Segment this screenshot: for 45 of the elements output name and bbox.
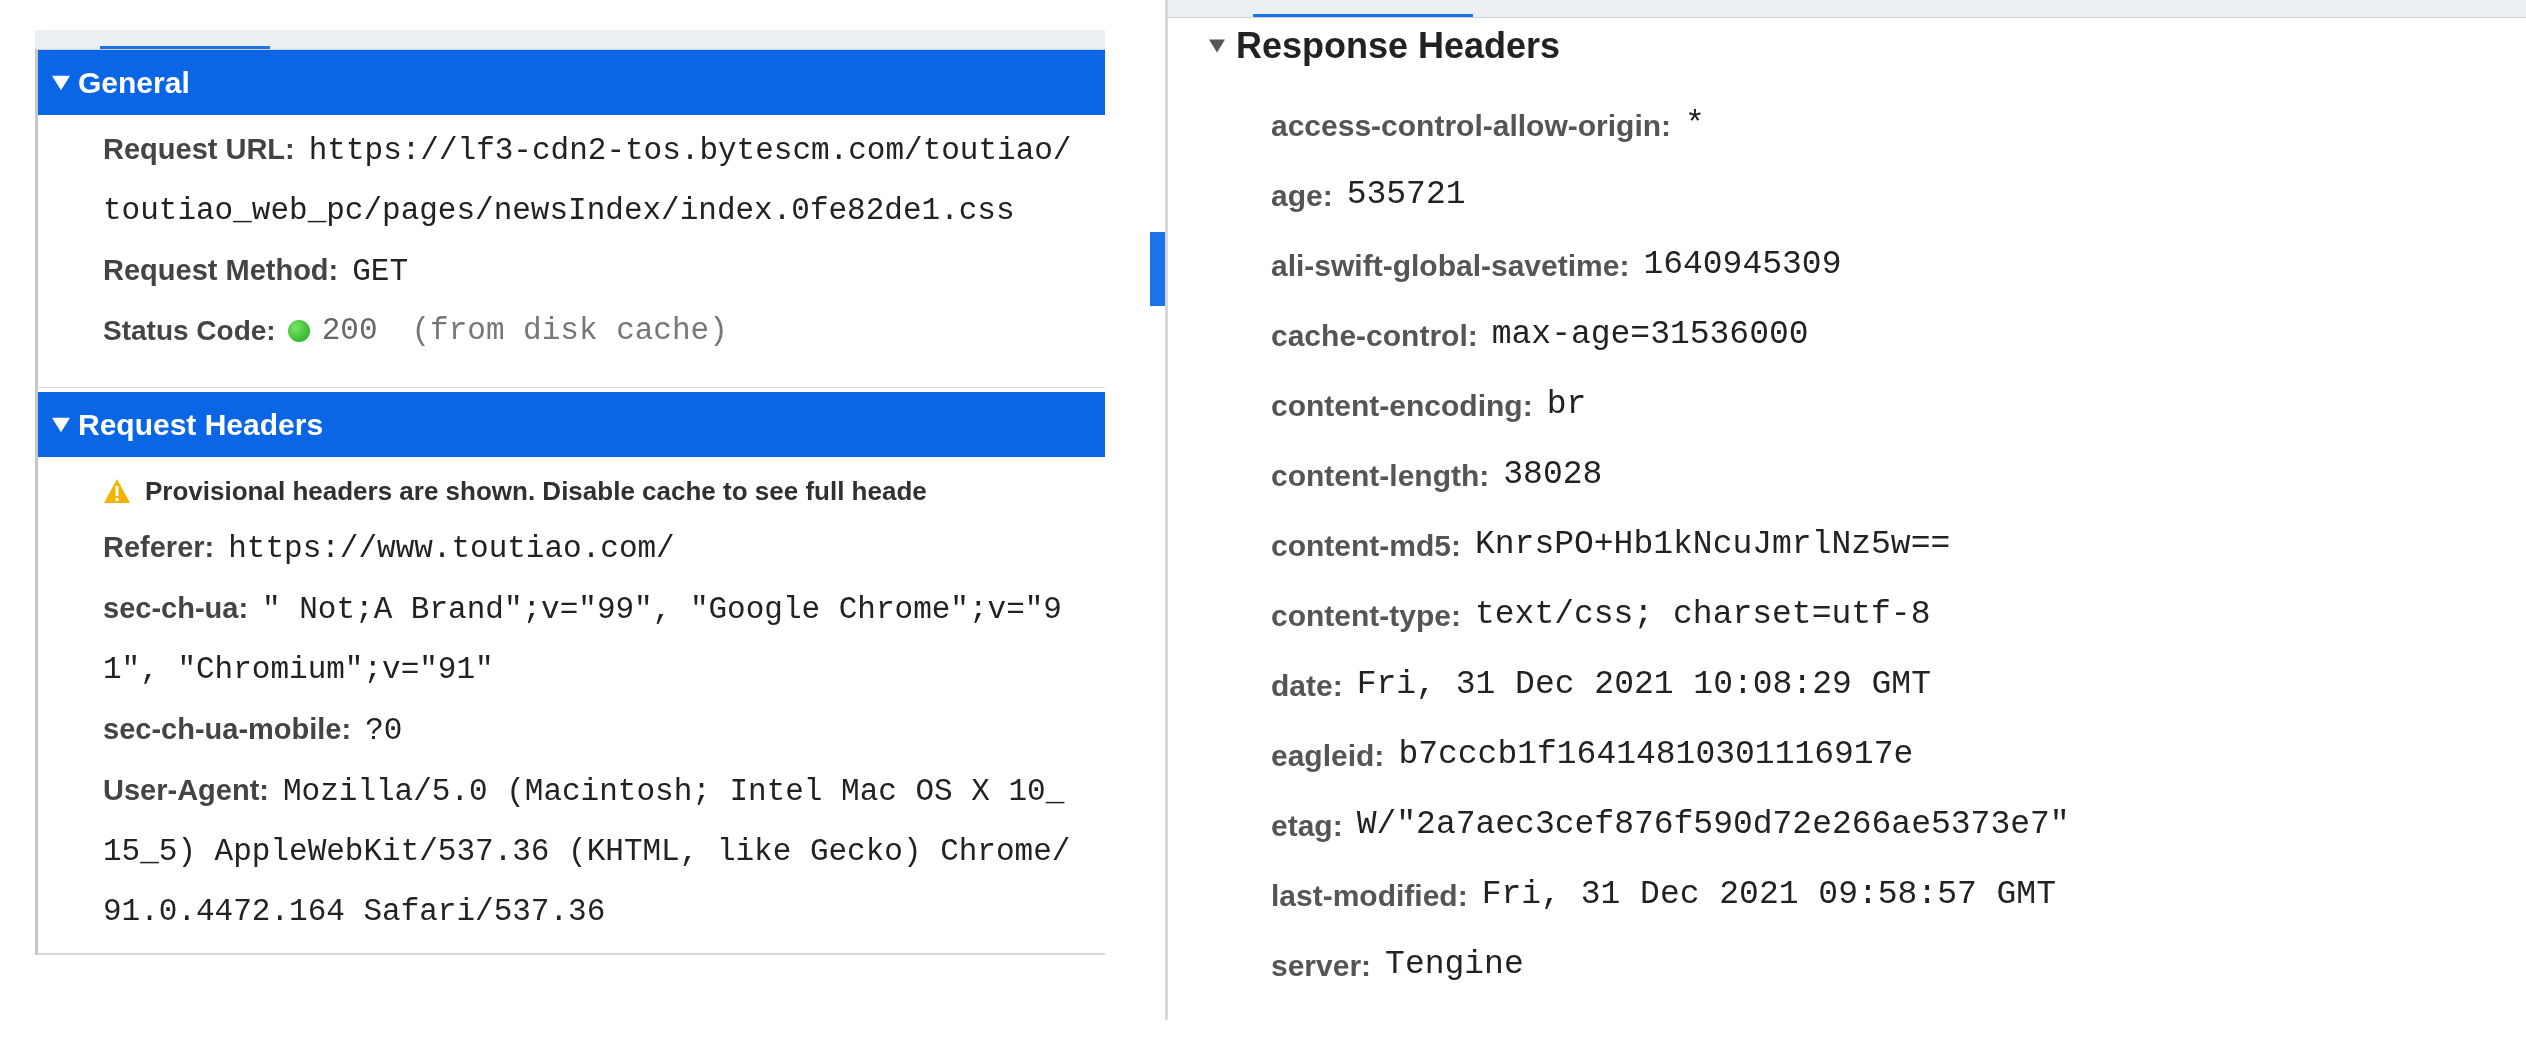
collapse-triangle-icon[interactable]	[52, 73, 70, 92]
header-value: W/"2a7aec3cef876f590d72e266ae5373e7"	[1356, 805, 2070, 846]
header-field: sec-ch-ua: " Not;A Brand";v="99", "Google Chrome";v="91", "Chromium";v="91"	[103, 580, 1078, 701]
collapse-triangle-icon[interactable]	[52, 415, 70, 434]
header-name: etag:	[1271, 807, 1343, 844]
header-name: cache-control:	[1271, 317, 1478, 354]
warning-message: Provisional headers are shown. Disable cache to see full heade	[145, 474, 927, 508]
header-field: User-Agent: Mozilla/5.0 (Macintosh; Intel Mac OS X 10_15_5) AppleWebKit/537.36 (KHTML, like Gecko) Chrome/91.0.4472.164 Safari/537.36	[103, 762, 1078, 943]
header-name: age:	[1271, 177, 1333, 214]
header-value: Fri, 31 Dec 2021 09:58:57 GMT	[1481, 875, 2056, 916]
section-title: Response Headers	[1236, 24, 1561, 68]
header-name: last-modified:	[1271, 877, 1468, 914]
header-name: date:	[1271, 667, 1343, 704]
section-header[interactable]: General	[38, 50, 1105, 115]
header-value: b7cccb1f16414810301116917e	[1398, 735, 1914, 776]
header-name: content-encoding:	[1271, 387, 1533, 424]
warning-icon	[103, 478, 131, 504]
status-code: 200	[321, 311, 378, 350]
header-name: content-type:	[1271, 597, 1461, 634]
header-name: content-length:	[1271, 457, 1490, 494]
header-name: access-control-allow-origin:	[1271, 107, 1672, 144]
header-value: KnrsPO+Hb1kNcuJmrlNz5w==	[1475, 525, 1951, 566]
header-field: Request Method: GET	[103, 242, 1078, 303]
field-label: Status Code:	[103, 314, 276, 348]
header-field: Request URL: https://lf3-cdn2-tos.bytescm.com/toutiao/toutiao_web_pc/pages/newsIndex/index.0fe82de1.css	[103, 121, 1078, 242]
header-field: sec-ch-ua-mobile: ?0	[103, 701, 1078, 762]
header-value: 1640945309	[1643, 245, 1842, 286]
header-name: eagleid:	[1271, 737, 1385, 774]
header-field: Referer: https://www.toutiao.com/	[103, 519, 1078, 580]
header-name: content-md5:	[1271, 527, 1461, 564]
header-name: server:	[1271, 947, 1372, 984]
header-value: 38028	[1503, 455, 1603, 496]
header-value: 535721	[1346, 175, 1466, 216]
section-title: General	[78, 65, 190, 101]
section-title: Request Headers	[78, 407, 324, 443]
header-value: *	[1685, 105, 1705, 146]
header-value: max-age=31536000	[1491, 315, 1809, 356]
header-value: Fri, 31 Dec 2021 10:08:29 GMT	[1356, 665, 1931, 706]
header-value: br	[1546, 385, 1587, 426]
section-header[interactable]: Request Headers	[38, 392, 1105, 457]
collapse-triangle-icon[interactable]	[1208, 38, 1226, 54]
header-value: text/css; charset=utf-8	[1475, 595, 1931, 636]
header-name: ali-swift-global-savetime:	[1271, 247, 1630, 284]
header-value: Tengine	[1385, 945, 1524, 986]
status-note: (from disk cache)	[411, 311, 728, 350]
